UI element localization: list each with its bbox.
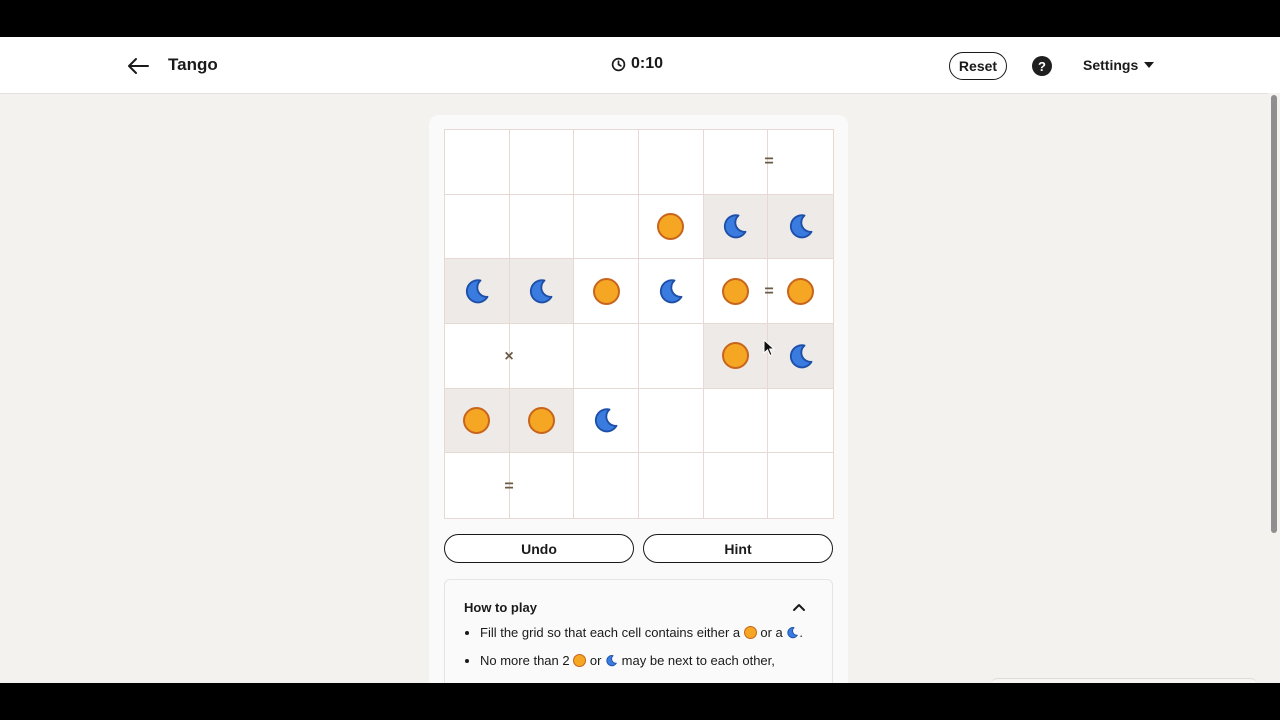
toast-edge bbox=[990, 678, 1258, 683]
board-cell-r5-c3[interactable] bbox=[639, 453, 704, 518]
board-cell-r2-c2[interactable] bbox=[574, 259, 639, 324]
board-cell-r0-c2[interactable] bbox=[574, 130, 639, 195]
settings-label: Settings bbox=[1083, 57, 1139, 73]
board-cell-r4-c4[interactable] bbox=[703, 388, 769, 454]
rule-text: . bbox=[799, 625, 804, 640]
rule-text: may be next to each other, bbox=[621, 653, 775, 668]
game-title: Tango bbox=[168, 55, 218, 74]
moon-icon bbox=[527, 277, 555, 305]
mouse-cursor-icon bbox=[763, 339, 775, 357]
rule-text: Fill the grid so that each cell contains… bbox=[480, 625, 741, 640]
board-cell-r0-c0[interactable] bbox=[445, 130, 510, 195]
rule-item: No more than 2 or may be next to each ot… bbox=[480, 653, 810, 669]
board-cell-r5-c2[interactable] bbox=[574, 453, 639, 518]
board-cell-r1-c0[interactable] bbox=[445, 194, 510, 260]
settings-dropdown[interactable]: Settings bbox=[1083, 57, 1155, 73]
board-cell-r1-c2[interactable] bbox=[574, 194, 639, 260]
board-cell-r3-c3[interactable] bbox=[638, 323, 704, 389]
rule-item: Fill the grid so that each cell contains… bbox=[480, 625, 810, 641]
moon-icon bbox=[657, 277, 685, 305]
rule-text: or a bbox=[760, 625, 783, 640]
moon-icon bbox=[463, 277, 491, 305]
reset-button[interactable]: Reset bbox=[949, 52, 1007, 80]
board-cell-r2-c4[interactable] bbox=[703, 259, 769, 324]
arrow-left-icon bbox=[128, 58, 149, 74]
board-cell-r1-c3[interactable] bbox=[638, 194, 704, 260]
board-cell-r5-c1[interactable] bbox=[510, 453, 575, 518]
board-cell-r3-c0[interactable] bbox=[445, 323, 510, 389]
board-cell-r5-c4[interactable] bbox=[704, 453, 769, 518]
app-viewport: Tango 0:10 Reset ? Settings = = × = Undo Hi… bbox=[0, 37, 1280, 683]
moon-icon bbox=[592, 406, 620, 434]
board-cell-r2-c0 bbox=[445, 259, 510, 324]
sun-icon bbox=[787, 277, 815, 305]
back-button[interactable] bbox=[124, 52, 152, 80]
board-cell-r4-c2[interactable] bbox=[574, 388, 639, 454]
moon-icon bbox=[787, 212, 815, 240]
board-cell-r3-c4 bbox=[703, 323, 769, 389]
board-cell-r4-c5[interactable] bbox=[768, 389, 833, 454]
moon-icon bbox=[787, 342, 815, 370]
timer-value: 0:10 bbox=[631, 55, 664, 72]
board-cell-r5-c0[interactable] bbox=[445, 453, 510, 518]
sun-icon bbox=[463, 406, 491, 434]
how-to-play-title: How to play bbox=[464, 600, 537, 615]
undo-button[interactable]: Undo bbox=[444, 534, 634, 563]
tango-board bbox=[444, 129, 834, 519]
equal-constraint: = bbox=[504, 477, 514, 495]
moon-icon bbox=[787, 627, 799, 639]
board-cell-r3-c5 bbox=[768, 323, 833, 389]
board-cell-r4-c3[interactable] bbox=[638, 388, 704, 454]
moon-icon bbox=[606, 655, 617, 667]
help-button[interactable]: ? bbox=[1032, 56, 1052, 76]
scrollbar-thumb[interactable] bbox=[1271, 95, 1277, 533]
question-mark-icon: ? bbox=[1038, 58, 1046, 74]
clock-icon bbox=[611, 57, 626, 71]
equal-constraint: = bbox=[764, 282, 774, 300]
board-cell-r0-c5[interactable] bbox=[768, 130, 833, 195]
hint-button[interactable]: Hint bbox=[643, 534, 833, 563]
caret-down-icon bbox=[1144, 62, 1155, 68]
board-cell-r3-c2[interactable] bbox=[574, 323, 639, 389]
board-cell-r5-c5[interactable] bbox=[768, 453, 833, 518]
board-cell-r3-c1[interactable] bbox=[509, 323, 575, 389]
how-to-play-panel: How to play Fill the grid so that each c… bbox=[444, 579, 833, 683]
board-cell-r0-c3[interactable] bbox=[638, 130, 704, 195]
opposite-constraint: × bbox=[504, 347, 514, 365]
top-bar: Tango 0:10 Reset ? Settings bbox=[0, 37, 1280, 94]
board-cell-r2-c3[interactable] bbox=[638, 259, 704, 324]
sun-icon bbox=[743, 626, 757, 639]
sun-icon bbox=[657, 212, 685, 240]
sun-icon bbox=[721, 277, 749, 305]
board-cell-r1-c4 bbox=[703, 194, 769, 260]
board-cell-r0-c4[interactable] bbox=[703, 130, 769, 195]
board-cell-r2-c5[interactable] bbox=[768, 259, 833, 324]
board-cell-r2-c1 bbox=[509, 259, 575, 324]
board-cell-r1-c5 bbox=[768, 194, 833, 260]
sun-icon bbox=[573, 654, 587, 667]
moon-icon bbox=[721, 212, 749, 240]
board-cell-r4-c0 bbox=[445, 388, 510, 454]
page-scrollbar[interactable] bbox=[1268, 93, 1280, 683]
board-cell-r1-c1[interactable] bbox=[509, 194, 575, 260]
sun-icon bbox=[592, 277, 620, 305]
sun-icon bbox=[721, 342, 749, 370]
rule-text: No more than 2 bbox=[480, 653, 570, 668]
chevron-up-icon[interactable] bbox=[792, 601, 806, 613]
board-cell-r4-c1 bbox=[509, 388, 575, 454]
rules-list: Fill the grid so that each cell contains… bbox=[480, 625, 810, 681]
timer: 0:10 bbox=[611, 55, 663, 73]
board-cell-r0-c1[interactable] bbox=[509, 130, 575, 195]
equal-constraint: = bbox=[764, 152, 774, 170]
rule-text: or bbox=[589, 653, 602, 668]
sun-icon bbox=[527, 406, 555, 434]
